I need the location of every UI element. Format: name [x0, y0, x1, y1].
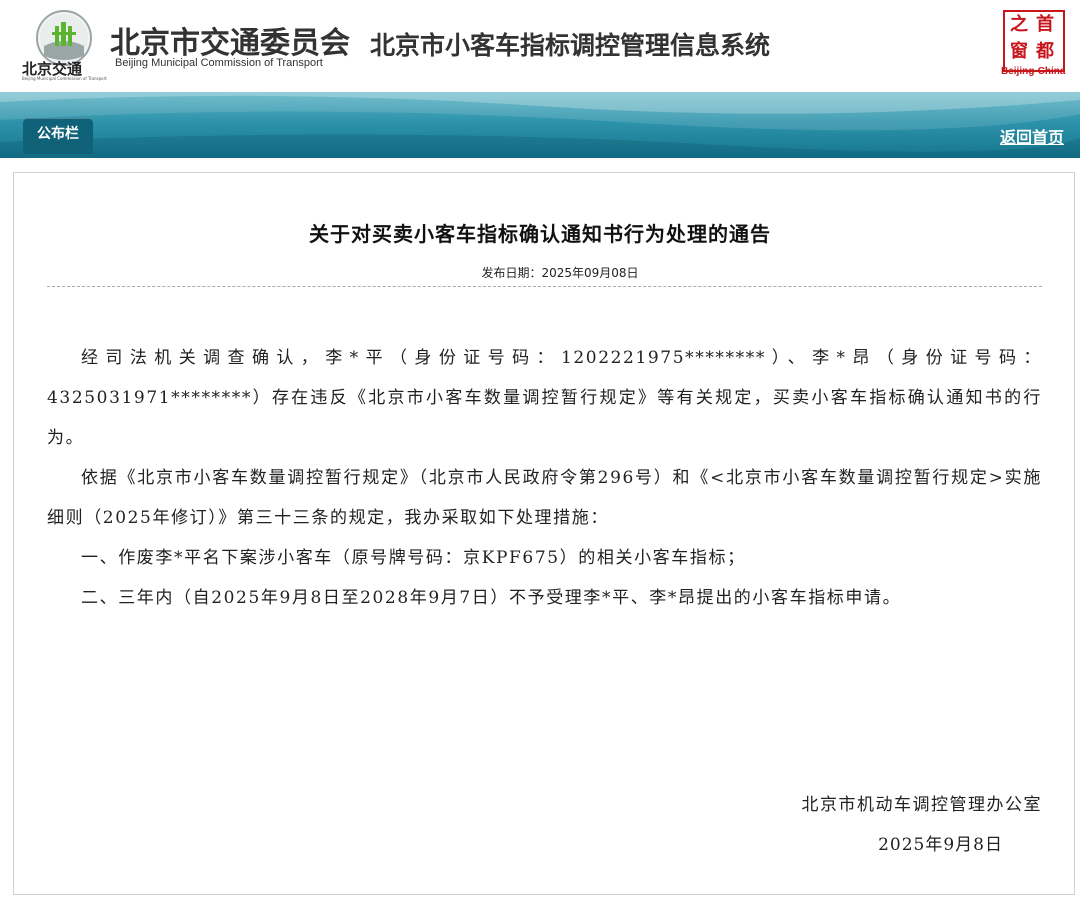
- org-name: 北京市交通委员会: [110, 26, 350, 61]
- divider: [47, 286, 1042, 287]
- capital-window-seal-icon: 首 都 之 窗: [1003, 10, 1065, 72]
- nav-bar: [0, 92, 1080, 158]
- logo-subtext: Beijing Municipal Commission of Transpor…: [22, 76, 107, 81]
- notice-paragraph: 二、三年内（自2025年9月8日至2028年9月7日）不予受理李*平、李*昂提出…: [81, 588, 902, 608]
- nav-background-wave: [0, 92, 1080, 158]
- tab-bulletin-label: 公布栏: [37, 126, 79, 142]
- org-name-english: Beijing Municipal Commission of Transpor…: [115, 57, 323, 69]
- system-title: 北京市小客车指标调控管理信息系统: [370, 31, 771, 60]
- seal-char: 窗: [1010, 41, 1028, 62]
- site-header: 北京交通 Beijing Municipal Commission of Tra…: [0, 0, 1080, 92]
- notice-paragraph: 经司法机关调查确认，李*平（身份证号码：1202221975********）、…: [47, 348, 1042, 448]
- seal-caption: Beijing·China: [1001, 66, 1066, 77]
- signature-date: 2025年9月8日: [878, 835, 1003, 855]
- seal-char: 之: [1010, 14, 1028, 35]
- tab-bulletin[interactable]: 公布栏: [23, 118, 93, 154]
- seal-char: 首: [1036, 14, 1054, 35]
- seal-char: 都: [1036, 41, 1054, 62]
- notice-paragraph: 一、作废李*平名下案涉小客车（原号牌号码：京KPF675）的相关小客车指标；: [81, 548, 746, 568]
- notice-title: 关于对买卖小客车指标确认通知书行为处理的通告: [309, 222, 771, 246]
- back-home-link[interactable]: 返回首页: [1000, 124, 1064, 148]
- notice-paragraph: 依据《北京市小客车数量调控暂行规定》（北京市人民政府令第296号）和《<北京市小…: [47, 468, 1042, 528]
- notice-body: 经司法机关调查确认，李*平（身份证号码：1202221975********）、…: [47, 338, 1042, 618]
- publish-date: 发布日期：2025年09月08日: [481, 266, 639, 280]
- signature-office: 北京市机动车调控管理办公室: [801, 795, 1042, 815]
